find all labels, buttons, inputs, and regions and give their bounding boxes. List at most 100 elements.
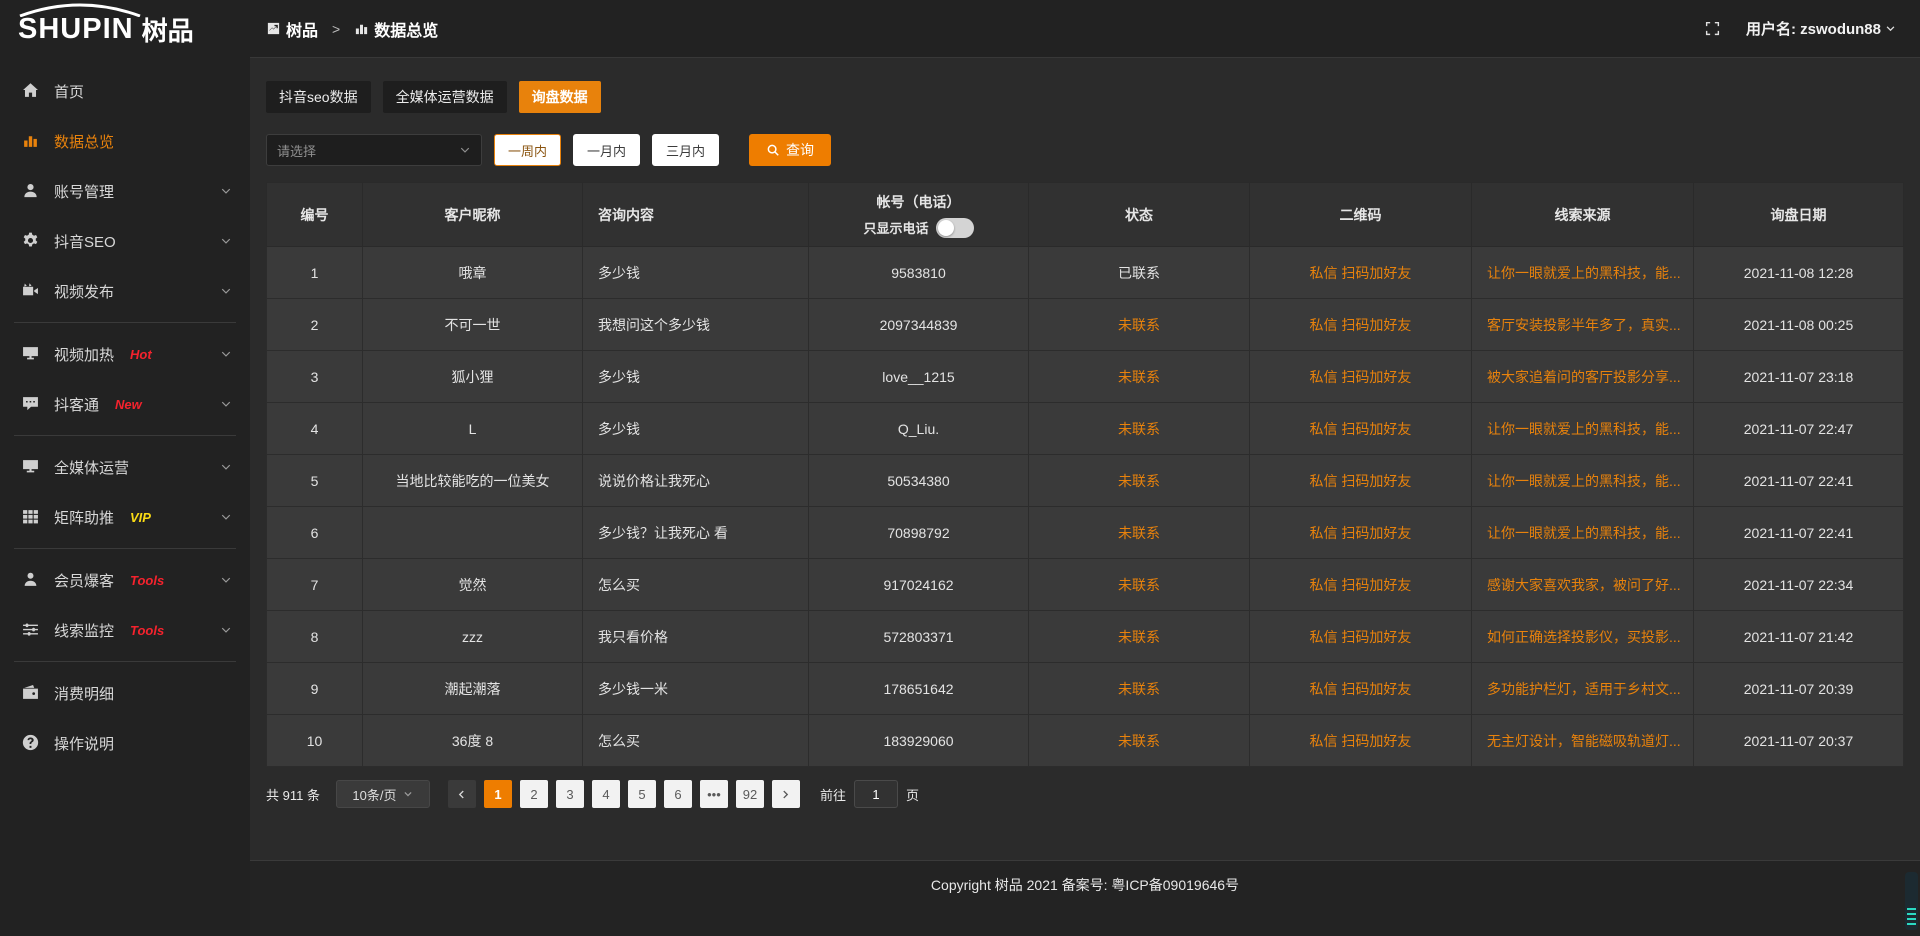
cell-qrcode[interactable]: 私信 扫码加好友 xyxy=(1250,559,1472,611)
total-count-label: 共 911 条 xyxy=(266,785,320,804)
cell-qrcode[interactable]: 私信 扫码加好友 xyxy=(1250,507,1472,559)
cell-source[interactable]: 如何正确选择投影仪，买投影... xyxy=(1472,611,1694,663)
table-row: 6多少钱？让我死心 看70898792未联系私信 扫码加好友让你一眼就爱上的黑科… xyxy=(267,507,1904,559)
cell-qrcode[interactable]: 私信 扫码加好友 xyxy=(1250,455,1472,507)
cell-nickname: 哦章 xyxy=(363,247,583,299)
column-header-date: 询盘日期 xyxy=(1694,183,1904,247)
page-button-3[interactable]: 3 xyxy=(556,780,584,808)
sidebar-item-label: 消费明细 xyxy=(54,683,114,704)
page-button-5[interactable]: 5 xyxy=(628,780,656,808)
page-button-92[interactable]: 92 xyxy=(736,780,764,808)
chevron-down-icon xyxy=(403,789,413,799)
cell-account: 50534380 xyxy=(809,455,1029,507)
tab-inquiry-data[interactable]: 询盘数据 xyxy=(519,81,601,113)
sidebar-item-video-heat[interactable]: 视频加热Hot xyxy=(0,329,250,379)
cell-qrcode[interactable]: 私信 扫码加好友 xyxy=(1250,715,1472,767)
gear-icon xyxy=(22,232,40,250)
data-tabs: 抖音seo数据 全媒体运营数据 询盘数据 xyxy=(266,81,1904,113)
sidebar-item-data-overview[interactable]: 数据总览 xyxy=(0,116,250,166)
sidebar-item-label: 会员爆客 xyxy=(54,570,114,591)
cell-id: 5 xyxy=(267,455,363,507)
table-row: 8zzz我只看价格572803371未联系私信 扫码加好友如何正确选择投影仪，买… xyxy=(267,611,1904,663)
cell-source[interactable]: 让你一眼就爱上的黑科技，能... xyxy=(1472,455,1694,507)
tab-douyin-seo-data[interactable]: 抖音seo数据 xyxy=(266,81,371,113)
sidebar-item-help[interactable]: 操作说明 xyxy=(0,718,250,768)
page-button-2[interactable]: 2 xyxy=(520,780,548,808)
tab-media-operation-data[interactable]: 全媒体运营数据 xyxy=(383,81,507,113)
table-row: 4L多少钱Q_Liu.未联系私信 扫码加好友让你一眼就爱上的黑科技，能...20… xyxy=(267,403,1904,455)
badge-tools: Tools xyxy=(130,623,164,638)
cell-nickname: 不可一世 xyxy=(363,299,583,351)
cell-source[interactable]: 多功能护栏灯，适用于乡村文... xyxy=(1472,663,1694,715)
cell-account: 2097344839 xyxy=(809,299,1029,351)
cell-qrcode[interactable]: 私信 扫码加好友 xyxy=(1250,247,1472,299)
grid-icon xyxy=(22,508,40,526)
page-button-1[interactable]: 1 xyxy=(484,780,512,808)
cell-date: 2021-11-07 22:41 xyxy=(1694,455,1904,507)
cell-id: 1 xyxy=(267,247,363,299)
cell-qrcode[interactable]: 私信 扫码加好友 xyxy=(1250,663,1472,715)
next-page-button[interactable] xyxy=(772,780,800,808)
floating-widget[interactable] xyxy=(1905,872,1918,930)
cell-source[interactable]: 客厅安装投影半年多了，真实... xyxy=(1472,299,1694,351)
cell-source[interactable]: 被大家追着问的客厅投影分享... xyxy=(1472,351,1694,403)
menu-divider xyxy=(14,322,236,323)
cell-content: 多少钱 xyxy=(583,351,809,403)
cell-source[interactable]: 感谢大家喜欢我家，被问了好... xyxy=(1472,559,1694,611)
fullscreen-icon[interactable] xyxy=(1705,21,1720,36)
sidebar-item-label: 抖客通 xyxy=(54,394,99,415)
cell-qrcode[interactable]: 私信 扫码加好友 xyxy=(1250,351,1472,403)
sidebar-item-label: 账号管理 xyxy=(54,181,114,202)
cell-qrcode[interactable]: 私信 扫码加好友 xyxy=(1250,611,1472,663)
sidebar-item-matrix-boost[interactable]: 矩阵助推VIP xyxy=(0,492,250,542)
bar-chart-icon xyxy=(22,132,40,150)
video-icon xyxy=(22,282,40,300)
search-button[interactable]: 查询 xyxy=(749,134,831,166)
main-content: 抖音seo数据 全媒体运营数据 询盘数据 请选择 一周内 一月内 三月内 查询 xyxy=(250,59,1920,936)
period-button-quarter[interactable]: 三月内 xyxy=(652,134,719,166)
goto-page-input[interactable] xyxy=(854,780,898,808)
bar-chart-icon xyxy=(354,21,369,36)
chevron-down-icon xyxy=(1885,23,1896,34)
cell-id: 7 xyxy=(267,559,363,611)
page-size-select[interactable]: 10条/页 xyxy=(336,780,430,808)
cell-nickname: L xyxy=(363,403,583,455)
sidebar-item-member-burst[interactable]: 会员爆客Tools xyxy=(0,555,250,605)
user-menu[interactable]: 用户名: zswodun88 xyxy=(1746,18,1896,39)
prev-page-button[interactable] xyxy=(448,780,476,808)
cell-content: 多少钱 xyxy=(583,247,809,299)
page-button-4[interactable]: 4 xyxy=(592,780,620,808)
cell-account: 178651642 xyxy=(809,663,1029,715)
sidebar-item-clue-monitor[interactable]: 线索监控Tools xyxy=(0,605,250,655)
breadcrumb-item-home[interactable]: 树品 xyxy=(286,17,318,41)
sidebar-item-media-operation[interactable]: 全媒体运营 xyxy=(0,442,250,492)
cell-source[interactable]: 让你一眼就爱上的黑科技，能... xyxy=(1472,403,1694,455)
cell-qrcode[interactable]: 私信 扫码加好友 xyxy=(1250,403,1472,455)
sidebar-item-douyin-seo[interactable]: 抖音SEO xyxy=(0,216,250,266)
cell-source[interactable]: 让你一眼就爱上的黑科技，能... xyxy=(1472,247,1694,299)
period-button-week[interactable]: 一周内 xyxy=(494,134,561,166)
page-button-6[interactable]: 6 xyxy=(664,780,692,808)
sidebar-item-douketong[interactable]: 抖客通New xyxy=(0,379,250,429)
cell-source[interactable]: 无主灯设计，智能磁吸轨道灯... xyxy=(1472,715,1694,767)
account-select[interactable]: 请选择 xyxy=(266,134,482,166)
period-button-month[interactable]: 一月内 xyxy=(573,134,640,166)
chevron-down-icon xyxy=(459,144,471,156)
cell-content: 多少钱？让我死心 看 xyxy=(583,507,809,559)
cell-nickname: 狐小狸 xyxy=(363,351,583,403)
page-button-ellipsis[interactable]: ••• xyxy=(700,780,728,808)
sidebar-item-video-publish[interactable]: 视频发布 xyxy=(0,266,250,316)
cell-status: 未联系 xyxy=(1029,351,1250,403)
sidebar-item-account-manage[interactable]: 账号管理 xyxy=(0,166,250,216)
cell-source[interactable]: 让你一眼就爱上的黑科技，能... xyxy=(1472,507,1694,559)
sidebar-item-consumption[interactable]: 消费明细 xyxy=(0,668,250,718)
cell-qrcode[interactable]: 私信 扫码加好友 xyxy=(1250,299,1472,351)
cell-account: 183929060 xyxy=(809,715,1029,767)
sidebar-item-home[interactable]: 首页 xyxy=(0,66,250,116)
chevron-down-icon xyxy=(220,398,232,410)
sidebar-item-label: 数据总览 xyxy=(54,131,114,152)
cell-nickname: 潮起潮落 xyxy=(363,663,583,715)
phone-only-toggle[interactable] xyxy=(936,218,974,238)
username-label: 用户名: zswodun88 xyxy=(1746,18,1881,39)
topbar-right: 用户名: zswodun88 xyxy=(1705,18,1896,39)
